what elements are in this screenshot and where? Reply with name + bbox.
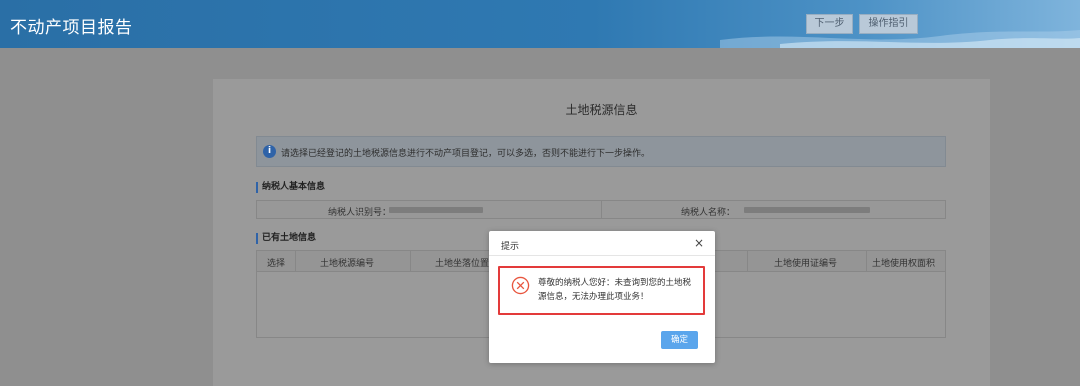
land-section-title: 已有土地信息 xyxy=(256,233,316,244)
column-separator xyxy=(295,251,296,272)
column-certificate-no[interactable]: 土地使用证编号 xyxy=(774,256,837,269)
info-icon: i xyxy=(263,145,276,158)
error-circle-icon xyxy=(511,276,530,295)
notice-text: 请选择已经登记的土地税源信息进行不动产项目登记，可以多选，否则不能进行下一步操作… xyxy=(281,149,651,159)
column-separator xyxy=(866,251,867,272)
column-land-location[interactable]: 土地坐落位置 xyxy=(435,256,489,269)
taxpayer-section-title: 纳税人基本信息 xyxy=(256,182,325,193)
taxpayer-id-value-redacted xyxy=(389,207,483,213)
guide-button[interactable]: 操作指引 xyxy=(859,14,918,34)
app-header: 不动产项目报告 下一步 操作指引 xyxy=(0,0,1080,48)
dialog-title: 提示 xyxy=(501,242,520,252)
error-message-box: 尊敬的纳税人您好：未查询到您的土地税源信息，无法办理此项业务！ xyxy=(498,266,705,315)
next-step-button[interactable]: 下一步 xyxy=(806,14,853,34)
app-title: 不动产项目报告 xyxy=(10,18,133,38)
alert-dialog: 提示 × 尊敬的纳税人您好：未查询到您的土地税源信息，无法办理此项业务！ 确定 xyxy=(489,231,715,363)
page-title: 土地税源信息 xyxy=(565,103,638,117)
column-land-area[interactable]: 土地使用权面积 xyxy=(872,256,935,269)
dialog-divider xyxy=(489,255,715,256)
error-message: 尊敬的纳税人您好：未查询到您的土地税源信息，无法办理此项业务！ xyxy=(538,278,692,302)
row-divider xyxy=(601,201,602,218)
column-separator xyxy=(410,251,411,272)
confirm-button[interactable]: 确定 xyxy=(661,331,698,349)
info-notice: i 请选择已经登记的土地税源信息进行不动产项目登记，可以多选，否则不能进行下一步… xyxy=(256,136,946,167)
column-land-tax-id[interactable]: 土地税源编号 xyxy=(320,256,374,269)
taxpayer-id-label: 纳税人识别号： xyxy=(328,208,392,218)
column-select[interactable]: 选择 xyxy=(267,256,285,269)
taxpayer-name-value-redacted xyxy=(744,207,870,213)
column-separator xyxy=(747,251,748,272)
taxpayer-name-label: 纳税人名称： xyxy=(681,208,736,218)
taxpayer-info-row: 纳税人识别号： 纳税人名称： xyxy=(256,200,946,219)
close-icon[interactable]: × xyxy=(693,236,705,250)
